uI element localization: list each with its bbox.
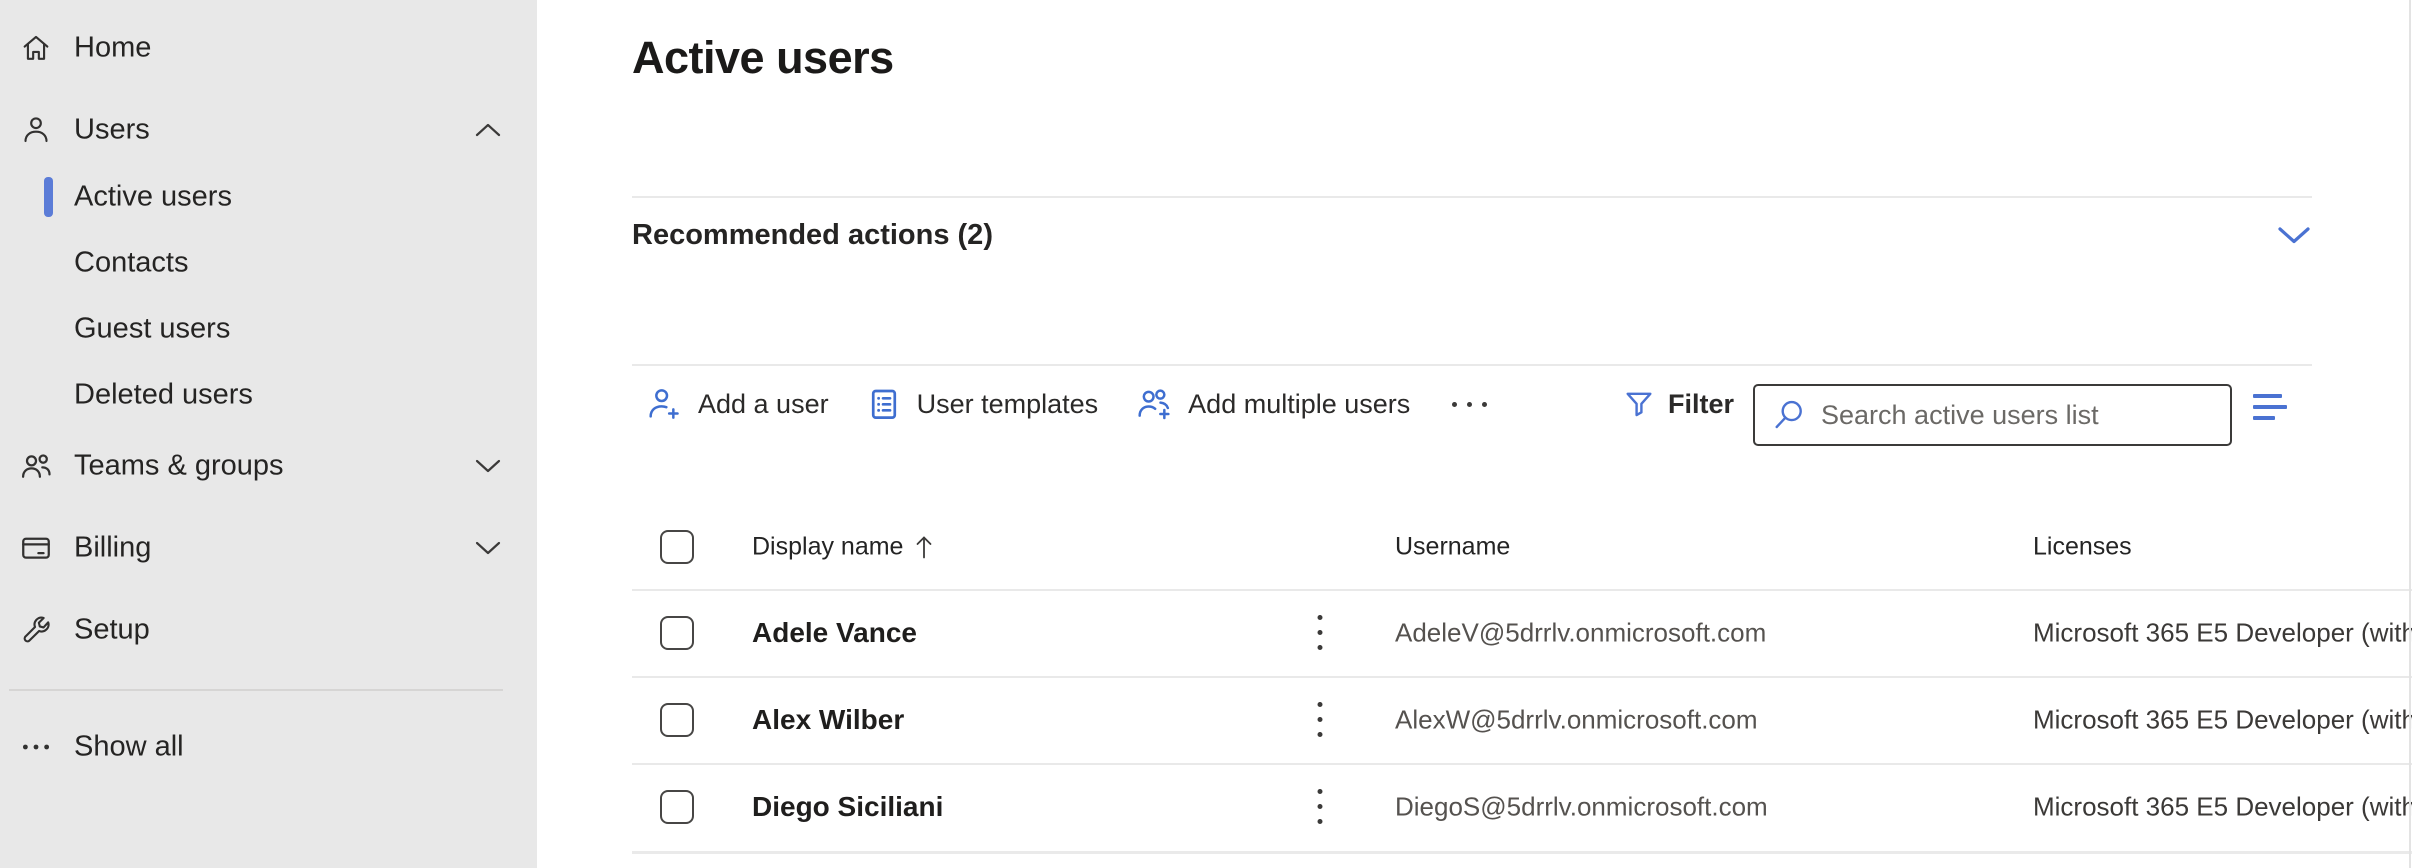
licenses-cell: Microsoft 365 E5 Developer (withou — [2033, 704, 2412, 735]
sidebar-item-label: Show all — [74, 731, 184, 764]
sidebar-item-label: Users — [74, 114, 150, 147]
page-title: Active users — [632, 32, 894, 84]
sidebar-item-label: Active users — [74, 181, 232, 214]
sidebar-item-label: Guest users — [74, 313, 230, 346]
table-header-row: Display name Username Licenses — [537, 505, 2412, 589]
filter-label: Filter — [1668, 389, 1734, 420]
add-user-icon — [644, 384, 684, 424]
sidebar-item-deleted-users[interactable]: Deleted users — [0, 363, 537, 427]
sidebar-item-label: Teams & groups — [74, 450, 284, 483]
row-more-actions-button[interactable] — [1307, 786, 1333, 828]
chevron-down-icon[interactable] — [2277, 226, 2311, 246]
display-name-cell[interactable]: Diego Siciliani — [752, 791, 943, 823]
command-bar: Add a user User templates — [644, 376, 1493, 432]
recommended-actions-header[interactable]: Recommended actions (2) — [632, 219, 993, 252]
button-label: User templates — [917, 389, 1099, 420]
chevron-up-icon[interactable] — [475, 123, 501, 138]
sidebar-item-label: Deleted users — [74, 379, 253, 412]
column-header-display-name[interactable]: Display name — [752, 533, 903, 562]
sidebar-item-label: Setup — [74, 614, 150, 647]
chevron-down-icon[interactable] — [475, 541, 501, 556]
arrow-up-icon — [913, 533, 935, 561]
people-icon — [14, 444, 58, 488]
display-name-cell[interactable]: Alex Wilber — [752, 704, 904, 736]
sidebar-item-billing[interactable]: Billing — [0, 516, 537, 580]
wrench-icon — [14, 608, 58, 652]
button-label: Add multiple users — [1188, 389, 1410, 420]
scrollbar-track-border — [2409, 0, 2411, 868]
chevron-down-icon[interactable] — [475, 459, 501, 474]
sidebar-item-contacts[interactable]: Contacts — [0, 231, 537, 295]
search-input[interactable] — [1821, 400, 2216, 431]
column-header-username[interactable]: Username — [1395, 533, 1510, 562]
sidebar-item-home[interactable]: Home — [0, 16, 537, 80]
sidebar-item-active-users[interactable]: Active users — [0, 165, 537, 229]
sidebar-item-teams-groups[interactable]: Teams & groups — [0, 434, 537, 498]
filter-button[interactable]: Filter — [1622, 376, 1734, 432]
ellipsis-icon — [14, 725, 58, 769]
sidebar-item-label: Contacts — [74, 247, 188, 280]
username-cell: AdeleV@5drrlv.onmicrosoft.com — [1395, 617, 1766, 648]
section-divider — [632, 364, 2312, 366]
row-checkbox[interactable] — [660, 790, 694, 824]
more-actions-button[interactable] — [1446, 402, 1493, 407]
home-icon — [14, 26, 58, 70]
licenses-cell: Microsoft 365 E5 Developer (withou — [2033, 617, 2412, 648]
sidebar-item-label: Billing — [74, 532, 151, 565]
row-checkbox[interactable] — [660, 703, 694, 737]
selected-indicator — [44, 177, 53, 217]
sidebar-item-users[interactable]: Users — [0, 98, 537, 162]
sidebar-item-setup[interactable]: Setup — [0, 598, 537, 662]
table-row[interactable]: Diego Siciliani DiegoS@5drrlv.onmicrosof… — [537, 763, 2412, 850]
button-label: Add a user — [698, 389, 829, 420]
table-row[interactable]: Alex Wilber AlexW@5drrlv.onmicrosoft.com… — [537, 676, 2412, 763]
sidebar-divider — [9, 689, 503, 691]
display-name-cell[interactable]: Adele Vance — [752, 617, 917, 649]
username-cell: AlexW@5drrlv.onmicrosoft.com — [1395, 704, 1758, 735]
column-header-licenses[interactable]: Licenses — [2033, 533, 2132, 562]
user-templates-button[interactable]: User templates — [865, 385, 1099, 423]
licenses-cell: Microsoft 365 E5 Developer (withou — [2033, 791, 2412, 822]
row-more-actions-button[interactable] — [1307, 699, 1333, 741]
sidebar-item-label: Home — [74, 32, 151, 65]
row-checkbox[interactable] — [660, 616, 694, 650]
search-box — [1753, 384, 2232, 446]
section-divider — [632, 196, 2312, 198]
user-icon — [14, 108, 58, 152]
add-multiple-users-icon — [1134, 384, 1174, 424]
sidebar: Home Users Active users Contacts — [0, 0, 537, 868]
sort-lines-icon[interactable] — [2253, 392, 2293, 426]
credit-card-icon — [14, 526, 58, 570]
main-content: Active users Recommended actions (2) — [537, 0, 2412, 868]
filter-funnel-icon — [1622, 387, 1656, 421]
username-cell: DiegoS@5drrlv.onmicrosoft.com — [1395, 791, 1768, 822]
add-multiple-users-button[interactable]: Add multiple users — [1134, 384, 1410, 424]
table-divider — [632, 851, 2412, 854]
sidebar-item-guest-users[interactable]: Guest users — [0, 297, 537, 361]
user-templates-icon — [865, 385, 903, 423]
sidebar-item-show-all[interactable]: Show all — [0, 715, 537, 779]
table-row[interactable]: Adele Vance AdeleV@5drrlv.onmicrosoft.co… — [537, 589, 2412, 676]
search-icon — [1771, 397, 1807, 433]
m365-admin-active-users-page: Home Users Active users Contacts — [0, 0, 2412, 868]
select-all-checkbox[interactable] — [660, 530, 694, 564]
add-a-user-button[interactable]: Add a user — [644, 384, 829, 424]
row-more-actions-button[interactable] — [1307, 612, 1333, 654]
